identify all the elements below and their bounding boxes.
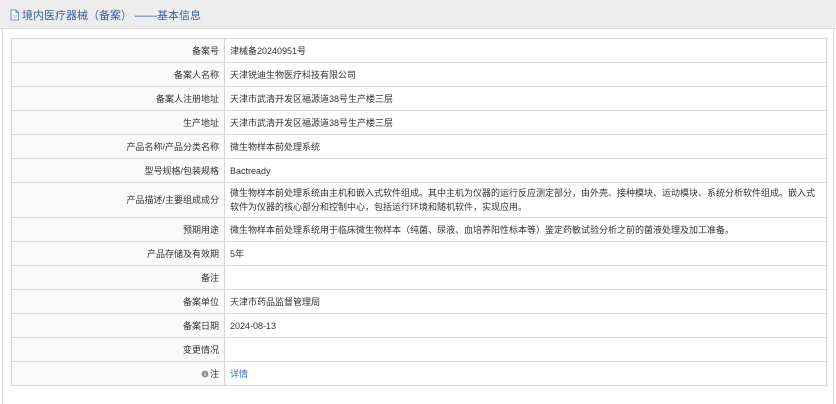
row-label: 备案人注册地址 [11, 86, 225, 111]
row-value: 微生物样本前处理系统用于临床微生物样本（纯菌、尿液、血培养阳性标本等）鉴定药敏试… [224, 217, 827, 242]
table-row: 产品存储及有效期 5年 [11, 241, 827, 266]
row-value [224, 265, 827, 290]
row-value: 天津市武清开发区福源道38号生产楼三层 [224, 110, 827, 135]
row-label: 生产地址 [11, 110, 225, 135]
row-value: 天津市武清开发区福源道38号生产楼三层 [224, 86, 827, 111]
document-icon [9, 9, 20, 21]
header-bar: 境内医疗器械（备案） ——基本信息 [0, 0, 836, 29]
row-label: 备注 [11, 265, 225, 290]
page: 境内医疗器械（备案） ——基本信息 备案号 津械备20240951号 备案人名称… [0, 0, 836, 404]
row-label: 备案人名称 [11, 62, 225, 87]
page-title-text: 境内医疗器械（备案） ——基本信息 [22, 10, 202, 22]
table-row: 备案人名称 天津锐迪生物医疗科技有限公司 [11, 62, 827, 87]
detail-table: 备案号 津械备20240951号 备案人名称 天津锐迪生物医疗科技有限公司 备案… [11, 38, 827, 386]
details-link[interactable]: 详情 [230, 369, 248, 379]
row-value: 津械备20240951号 [224, 38, 827, 63]
row-label: 产品描述/主要组成成分 [11, 182, 225, 218]
table-row: 备注 [11, 265, 827, 290]
table-row: 生产地址 天津市武清开发区福源道38号生产楼三层 [11, 110, 827, 135]
table-row: 变更情况 [11, 337, 827, 362]
row-label: 预期用途 [11, 217, 225, 242]
row-label: 备案单位 [11, 289, 225, 314]
table-row: 产品名称/产品分类名称 微生物样本前处理系统 [11, 134, 827, 159]
row-value: 5年 [224, 241, 827, 266]
row-value: Bactready [224, 158, 827, 183]
row-value: 微生物样本前处理系统由主机和嵌入式软件组成。其中主机为仪器的运行反应测定部分，由… [224, 182, 827, 218]
row-value: 微生物样本前处理系统 [224, 134, 827, 159]
table-row: 备案人注册地址 天津市武清开发区福源道38号生产楼三层 [11, 86, 827, 111]
row-value: 天津锐迪生物医疗科技有限公司 [224, 62, 827, 87]
table-row: 型号规格/包装规格 Bactready [11, 158, 827, 183]
table-row: 产品描述/主要组成成分 微生物样本前处理系统由主机和嵌入式软件组成。其中主机为仪… [11, 182, 827, 218]
row-label: 变更情况 [11, 337, 225, 362]
note-icon [201, 368, 209, 377]
row-label-note: 注 [11, 361, 225, 386]
row-label: 型号规格/包装规格 [11, 158, 225, 183]
table-row: 注 详情 [11, 361, 827, 386]
table-row: 备案号 津械备20240951号 [11, 38, 827, 63]
row-label: 产品名称/产品分类名称 [11, 134, 225, 159]
page-title: 境内医疗器械（备案） ——基本信息 [9, 8, 201, 22]
note-label-text: 注 [209, 368, 219, 379]
row-value: 天津市药品监督管理局 [224, 289, 827, 314]
table-row: 预期用途 微生物样本前处理系统用于临床微生物样本（纯菌、尿液、血培养阳性标本等）… [11, 217, 827, 242]
table-row: 备案日期 2024-08-13 [11, 313, 827, 338]
row-value: 2024-08-13 [224, 313, 827, 338]
row-label: 备案日期 [11, 313, 225, 338]
table-row: 备案单位 天津市药品监督管理局 [11, 289, 827, 314]
row-value-link: 详情 [224, 361, 827, 386]
row-label: 备案号 [11, 38, 225, 63]
row-label: 产品存储及有效期 [11, 241, 225, 266]
row-value [224, 337, 827, 362]
